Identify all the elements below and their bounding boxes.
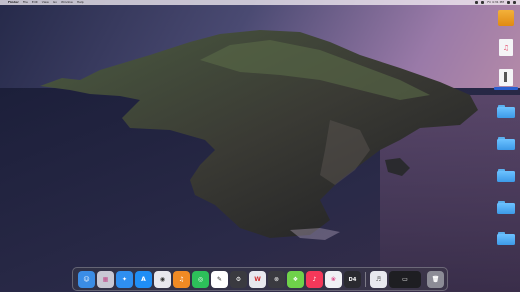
system-monitor-icon[interactable]: ◉	[154, 271, 171, 288]
document-icon	[499, 69, 513, 86]
photos-icon[interactable]: ❀	[325, 271, 342, 288]
desktop-folder-3[interactable]	[495, 169, 517, 191]
folder-icon	[497, 201, 515, 214]
drive-icon	[498, 10, 514, 26]
scrub-app-icon[interactable]: ✎	[211, 271, 228, 288]
finder-icon[interactable]: ☺	[78, 271, 95, 288]
menu-clock[interactable]: Fri 4:31 PM	[487, 0, 504, 5]
menu-go[interactable]: Go	[53, 0, 57, 5]
app-store-icon[interactable]: A	[135, 271, 152, 288]
desktop-music-file[interactable]: ♫	[495, 39, 517, 61]
wifi-icon[interactable]	[475, 1, 479, 4]
text-edit-icon[interactable]: ♬	[370, 271, 387, 288]
folder-icon	[497, 169, 515, 182]
itunes-icon[interactable]: ♪	[306, 271, 323, 288]
launchpad-icon[interactable]: ▦	[97, 271, 114, 288]
desktop-drive[interactable]	[495, 10, 517, 32]
xcode-icon[interactable]: ⊗	[268, 271, 285, 288]
menu-file[interactable]: File	[23, 0, 28, 5]
screenshot-icon[interactable]: ▭	[389, 271, 421, 288]
music-file-icon: ♫	[499, 39, 513, 56]
settings-icon[interactable]: ⚙	[230, 271, 247, 288]
spotlight-icon[interactable]	[507, 1, 510, 4]
dock-separator	[365, 272, 366, 287]
music-app-icon[interactable]: ♫	[173, 271, 190, 288]
folder-icon	[497, 232, 515, 245]
battery-icon[interactable]	[481, 1, 485, 4]
desktop-folder-4[interactable]	[495, 201, 517, 223]
desktop-wallpaper	[0, 0, 520, 292]
menu-app-name[interactable]: Finder	[8, 0, 19, 5]
wechat-icon[interactable]: ◎	[192, 271, 209, 288]
trash-icon[interactable]: 🗑	[427, 271, 444, 288]
folder-icon	[497, 105, 515, 118]
dock: ☺ ▦ ✦ A ◉ ♫ ◎ ✎ ⚙ W ⊗ ❖ ♪ ❀ D4 ♬ ▭ 🗑	[72, 267, 448, 291]
control-center-icon[interactable]	[513, 1, 516, 4]
maps-icon[interactable]: ❖	[287, 271, 304, 288]
d4-app-icon[interactable]: D4	[344, 271, 361, 288]
desktop-folder-5[interactable]	[495, 232, 517, 254]
menu-view[interactable]: View	[42, 0, 49, 5]
desktop-label	[494, 87, 518, 90]
desktop-document[interactable]	[494, 69, 518, 91]
folder-icon	[497, 137, 515, 150]
desktop-folder-2[interactable]	[495, 137, 517, 159]
safari-icon[interactable]: ✦	[116, 271, 133, 288]
menu-edit[interactable]: Edit	[32, 0, 38, 5]
wps-icon[interactable]: W	[249, 271, 266, 288]
menu-bar: Finder File Edit View Go Window Help Fri…	[0, 0, 520, 5]
desktop-folder-1[interactable]	[495, 105, 517, 127]
menu-window[interactable]: Window	[61, 0, 73, 5]
menu-help[interactable]: Help	[77, 0, 84, 5]
